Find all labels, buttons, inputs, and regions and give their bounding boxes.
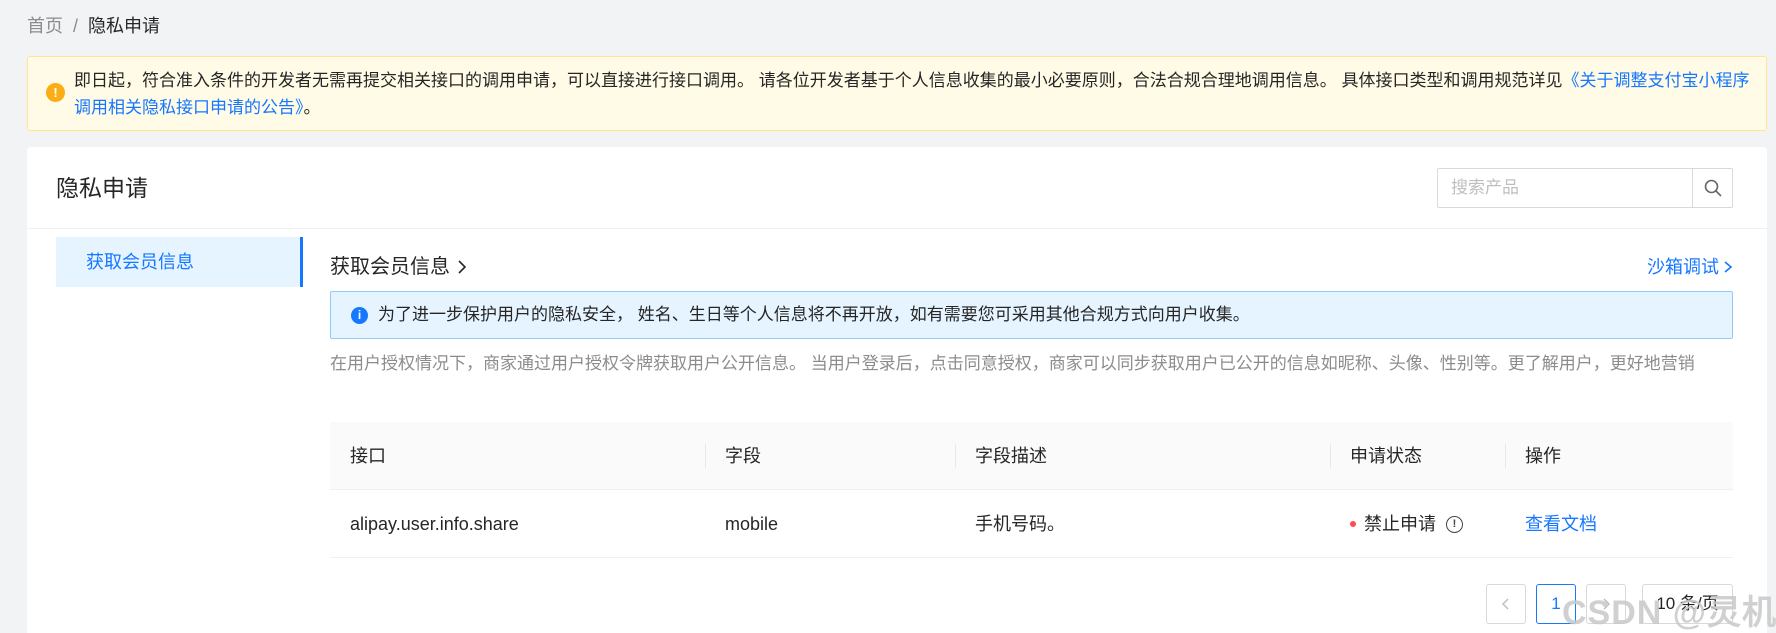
search-input[interactable]: [1438, 169, 1693, 207]
section-header: 获取会员信息 沙箱调试: [330, 251, 1733, 283]
notice-banner: ! 即日起，符合准入条件的开发者无需再提交相关接口的调用申请，可以直接进行接口调…: [27, 56, 1767, 131]
cell-field: mobile: [725, 514, 779, 534]
column-header-api: 接口: [350, 446, 386, 466]
column-header-status: 申请状态: [1350, 446, 1422, 466]
exclamation-circle-icon[interactable]: !: [1446, 515, 1463, 533]
view-docs-link[interactable]: 查看文档: [1525, 514, 1597, 534]
notice-text: 即日起，符合准入条件的开发者无需再提交相关接口的调用申请，可以直接进行接口调用。…: [74, 67, 1754, 121]
chevron-right-icon: [1724, 261, 1733, 273]
info-icon: i: [351, 307, 368, 324]
notice-body: 即日起，符合准入条件的开发者无需再提交相关接口的调用申请，可以直接进行接口调用。…: [74, 71, 1563, 90]
search-icon: [1704, 179, 1721, 197]
table-row: alipay.user.info.share mobile 手机号码。 禁止申请…: [330, 490, 1733, 558]
breadcrumb-separator: /: [73, 16, 79, 36]
column-header-action: 操作: [1525, 446, 1561, 466]
section-title: 获取会员信息: [330, 256, 450, 278]
chevron-right-icon: [458, 260, 467, 274]
breadcrumb: 首页 / 隐私申请: [27, 14, 160, 38]
status-dot: [1350, 521, 1356, 527]
cell-status: 禁止申请 !: [1330, 490, 1505, 558]
cell-action: 查看文档: [1505, 490, 1733, 558]
table-header: 接口 字段 字段描述 申请状态 操作: [330, 422, 1733, 490]
cell-field-desc: 手机号码。: [975, 514, 1065, 534]
breadcrumb-home-link[interactable]: 首页: [27, 16, 63, 36]
api-table: 接口 字段 字段描述 申请状态 操作 alipay.user.info.shar…: [330, 422, 1733, 558]
prev-page-button[interactable]: [1486, 584, 1526, 624]
cell-api: alipay.user.info.share: [350, 514, 519, 534]
sandbox-link-label: 沙箱调试: [1647, 257, 1719, 277]
status-badge: 禁止申请 !: [1350, 490, 1505, 558]
notice-suffix: 。: [303, 98, 321, 117]
column-header-field-desc: 字段描述: [975, 446, 1047, 466]
search-button[interactable]: [1692, 169, 1732, 207]
sandbox-debug-link[interactable]: 沙箱调试: [1647, 251, 1733, 283]
page-title: 隐私申请: [56, 175, 148, 201]
description-text: 在用户授权情况下，商家通过用户授权令牌获取用户公开信息。 当用户登录后，点击同意…: [330, 354, 1695, 373]
exclamation-icon: !: [46, 83, 65, 102]
section-title-link[interactable]: 获取会员信息: [330, 251, 468, 283]
privacy-card: 隐私申请 获取会员信息 获取会员信息 沙箱调试 i 为了进一步保护用户的隐私安全…: [27, 147, 1767, 633]
breadcrumb-current: 隐私申请: [88, 16, 161, 36]
column-header-field: 字段: [725, 446, 761, 466]
side-nav-item-member-info[interactable]: 获取会员信息: [56, 237, 303, 287]
pagination: 1 10 条/页: [330, 584, 1733, 624]
info-banner: i 为了进一步保护用户的隐私安全， 姓名、生日等个人信息将不再开放，如有需要您可…: [330, 291, 1733, 339]
status-text: 禁止申请: [1364, 514, 1436, 534]
info-banner-text: 为了进一步保护用户的隐私安全， 姓名、生日等个人信息将不再开放，如有需要您可采用…: [378, 305, 1250, 324]
chevron-left-icon: [1502, 598, 1509, 610]
side-nav: 获取会员信息: [56, 229, 303, 287]
card-header: 隐私申请: [27, 147, 1767, 229]
search-box: [1437, 168, 1733, 208]
watermark: CSDN @灵机: [1562, 594, 1776, 632]
